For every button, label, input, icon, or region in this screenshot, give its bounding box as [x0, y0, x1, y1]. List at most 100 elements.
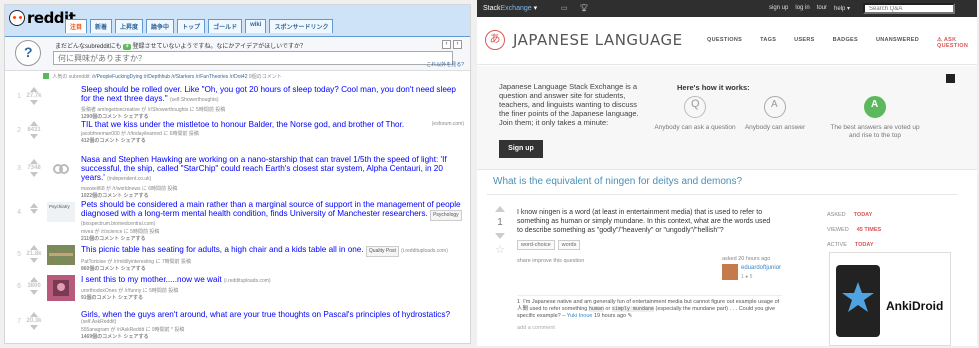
post-row: 4 Psychiatry Pets should be considered a…	[5, 200, 470, 242]
next-arrow-icon[interactable]: ›	[453, 40, 462, 49]
signup-link[interactable]: sign up	[769, 5, 788, 12]
subreddit-promo: まだどんなsubredditにも + 登録させていないようですね。なにかアイデア…	[5, 37, 470, 71]
se-brand[interactable]: StackExchange ▾	[483, 4, 537, 12]
topbar-links: sign up log in tour help ▾	[769, 5, 850, 12]
post-buttons[interactable]: 1290個のコメント シェアする	[81, 113, 464, 120]
question-title[interactable]: What is the equivalent of ningen for dei…	[493, 176, 742, 187]
user-name[interactable]: eduardoftjunior	[741, 265, 781, 271]
post-title[interactable]: Sleep should be rolled over. Like "Oh, y…	[81, 85, 464, 105]
plus-icon: +	[123, 44, 131, 50]
downvote-arrow-icon[interactable]	[30, 290, 38, 295]
post-buttons[interactable]: 211個のコメント シェアする	[81, 235, 464, 242]
downvote-arrow-icon[interactable]	[495, 233, 505, 239]
avatar[interactable]	[722, 264, 738, 280]
promo-more-link[interactable]: これ以外を見る?	[426, 61, 464, 68]
tab-gold[interactable]: ゴールド	[208, 19, 243, 33]
topbar-icons: ▭ 🏆︎	[561, 4, 589, 12]
image-thumbnail[interactable]	[47, 275, 75, 301]
vote-box	[24, 203, 44, 214]
help-link[interactable]: help ▾	[834, 5, 850, 12]
tour-link[interactable]: tour	[817, 5, 827, 12]
upvote-arrow-icon[interactable]	[30, 87, 38, 92]
post-buttons[interactable]: 1469個のコメント シェアする	[81, 333, 464, 340]
prev-arrow-icon[interactable]: ‹	[442, 40, 451, 49]
tab-wiki[interactable]: wiki	[245, 19, 267, 33]
interest-search-input[interactable]	[53, 51, 453, 65]
search-input[interactable]	[863, 3, 955, 14]
achievements-icon[interactable]: 🏆︎	[580, 4, 589, 12]
tab-new[interactable]: 新着	[90, 19, 113, 33]
site-logo-icon[interactable]: あ	[485, 30, 505, 50]
tab-top[interactable]: トップ	[177, 19, 206, 33]
upvote-arrow-icon[interactable]	[30, 159, 38, 164]
nav-questions[interactable]: QUESTIONS	[707, 37, 742, 49]
post-buttons[interactable]: 1022個のコメント シェアする	[81, 192, 464, 199]
downvote-arrow-icon[interactable]	[30, 100, 38, 105]
downvote-arrow-icon[interactable]	[30, 325, 38, 330]
post-title[interactable]: Nasa and Stephen Hawking are working on …	[81, 155, 464, 184]
post-row: 5 21.8k This picnic table has seating fo…	[5, 245, 470, 272]
post-buttons[interactable]: 412個のコメント シェアする	[81, 137, 464, 144]
comment-user[interactable]: Yuki Inoue	[567, 313, 593, 319]
upvote-arrow-icon[interactable]	[30, 245, 38, 250]
downvote-arrow-icon[interactable]	[30, 172, 38, 177]
ankidroid-ad[interactable]: AnkiDroid	[829, 252, 951, 346]
post-score: 27.7k	[26, 93, 42, 99]
main-nav: QUESTIONS TAGS USERS BADGES UNANSWERED ⚠…	[707, 37, 977, 49]
vote-count: 1	[497, 217, 503, 228]
tab-rising[interactable]: 上昇度	[115, 19, 144, 33]
ad-app-name: AnkiDroid	[886, 299, 944, 313]
question-mascot-icon	[15, 40, 41, 66]
popular-subreddit-links[interactable]: /r/PeopleFuckingDying /r/Depthhub /r/Sta…	[92, 74, 247, 80]
vote-box: 20.3k	[24, 312, 44, 330]
post-rank: 2	[17, 127, 21, 134]
nav-badges[interactable]: BADGES	[833, 37, 858, 49]
post-title[interactable]: Pets should be considered a main rather …	[81, 200, 464, 221]
tab-controversial[interactable]: 論争中	[146, 19, 175, 33]
psychiatry-thumbnail[interactable]: Psychiatry	[47, 202, 75, 222]
post-title[interactable]: Girls, when the guys aren't around, what…	[81, 310, 464, 319]
add-comment-link[interactable]: add a comment	[517, 325, 555, 331]
inbox-icon[interactable]: ▭	[561, 4, 568, 12]
welcome-text: Japanese Language Stack Exchange is a qu…	[499, 82, 639, 127]
post-title[interactable]: TIL that we kiss under the mistletoe to …	[81, 120, 464, 129]
login-link[interactable]: log in	[795, 5, 809, 12]
question-actions[interactable]: share improve this question	[517, 258, 584, 264]
post-title[interactable]: I sent this to my mother.....now we wait…	[81, 275, 464, 286]
post-body: Pets should be considered a main rather …	[81, 200, 464, 242]
downvote-arrow-icon[interactable]	[30, 258, 38, 263]
step-answer: Anybody can answer	[727, 96, 823, 132]
post-rank: 7	[17, 318, 21, 325]
ask-question-button[interactable]: ⚠︎ ASK QUESTION	[937, 37, 977, 49]
asked-time: asked 20 hours ago	[722, 256, 771, 262]
star-icon	[842, 282, 874, 312]
question-body: I know ningen is a word (at least in ent…	[517, 209, 771, 234]
post-buttons[interactable]: 91個のコメント シェアする	[81, 294, 464, 301]
picnic-table-thumbnail[interactable]	[47, 245, 75, 265]
downvote-arrow-icon[interactable]	[30, 134, 38, 139]
tag-words[interactable]: words	[557, 240, 581, 250]
upvote-arrow-icon[interactable]	[30, 312, 38, 317]
downvote-arrow-icon[interactable]	[30, 209, 38, 214]
post-title[interactable]: This picnic table has seating for adults…	[81, 245, 464, 257]
upvote-arrow-icon[interactable]	[30, 277, 38, 282]
nav-users[interactable]: USERS	[794, 37, 814, 49]
close-banner-icon[interactable]	[946, 74, 955, 83]
promo-text: まだどんなsubredditにも + 登録させていないようですね。なにかアイデア…	[55, 44, 306, 50]
signup-button[interactable]: Sign up	[499, 140, 543, 158]
tab-hot[interactable]: 注目	[65, 19, 88, 33]
tag-word-choice[interactable]: word-choice	[517, 240, 555, 250]
post-score: 20.3k	[26, 318, 42, 324]
nav-unanswered[interactable]: UNANSWERED	[876, 37, 919, 49]
tab-promoted[interactable]: スポンサードリンク	[269, 19, 334, 33]
post-buttons[interactable]: 860個のコメント シェアする	[81, 265, 464, 272]
upvote-arrow-icon[interactable]	[495, 206, 505, 212]
site-title[interactable]: Japanese Language	[513, 31, 683, 49]
upvote-arrow-icon[interactable]	[30, 121, 38, 126]
favorite-star-icon[interactable]: ☆	[493, 243, 507, 256]
link-thumbnail-icon[interactable]	[47, 159, 75, 179]
nav-tags[interactable]: TAGS	[760, 37, 776, 49]
post-meta: PatTortoise が /r/mildlyinteresting に 7時間…	[81, 259, 192, 265]
upvote-arrow-icon[interactable]	[30, 203, 38, 208]
post-rank: 6	[17, 283, 21, 290]
